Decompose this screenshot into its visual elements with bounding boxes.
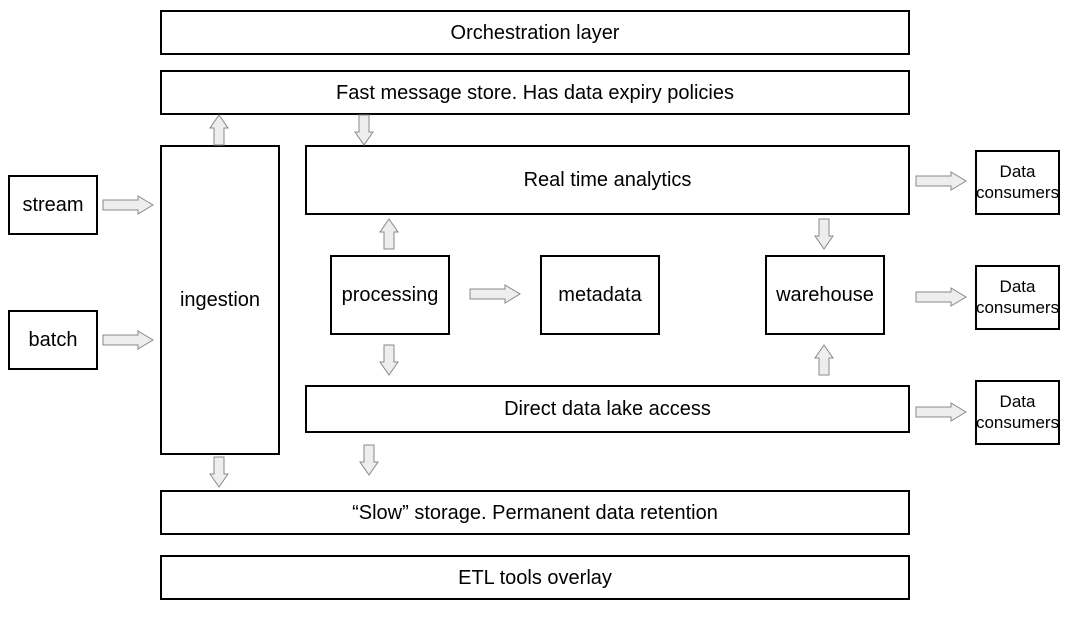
arrow-lake-to-warehouse <box>815 345 833 375</box>
arrows-layer <box>0 0 1068 630</box>
arrow-faststore-to-realtime <box>355 115 373 145</box>
arrow-ingestion-to-slowstorage <box>210 457 228 487</box>
arrow-lake-to-slowstorage <box>360 445 378 475</box>
arrow-realtime-to-warehouse <box>815 219 833 249</box>
arrow-stream-to-ingestion <box>103 196 153 214</box>
arrow-processing-to-lake <box>380 345 398 375</box>
arrow-warehouse-to-consumer <box>916 288 966 306</box>
arrow-realtime-to-consumer <box>916 172 966 190</box>
arrow-processing-to-realtime <box>380 219 398 249</box>
arrow-ingestion-to-faststore <box>210 115 228 145</box>
arrow-batch-to-ingestion <box>103 331 153 349</box>
arrow-lake-to-consumer <box>916 403 966 421</box>
arrow-processing-to-metadata <box>470 285 520 303</box>
